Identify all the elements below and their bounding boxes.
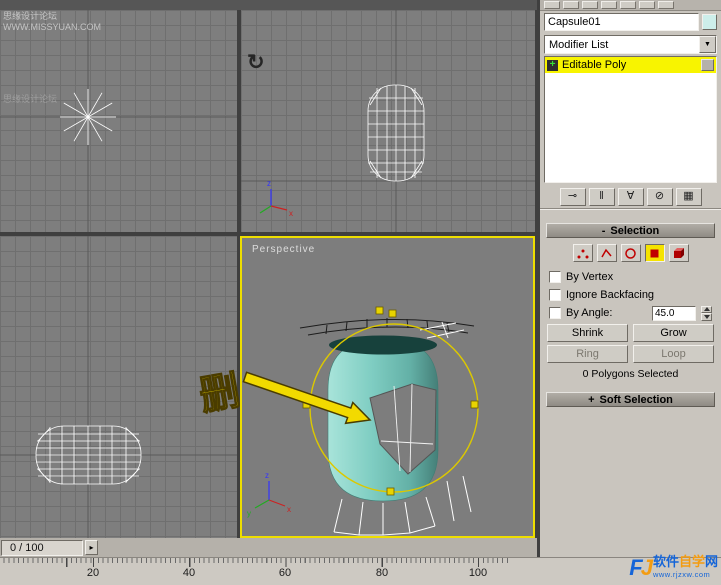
axis-tripod (254, 481, 286, 509)
border-icon (625, 247, 636, 259)
rollout-title: Soft Selection (599, 393, 673, 406)
by-angle-checkbox[interactable] (549, 307, 561, 319)
vertex-icon (577, 249, 589, 258)
spinner-up-icon[interactable] (701, 305, 712, 313)
pin-stack-icon: ⊸ (567, 190, 578, 202)
angle-value-field[interactable] (652, 305, 696, 321)
show-end-result-icon: ‖ (599, 190, 604, 202)
expand-icon: + (588, 393, 595, 406)
by-angle-label: By Angle: (566, 307, 613, 319)
by-vertex-checkbox[interactable] (549, 271, 561, 283)
modifier-stack-row[interactable]: + Editable Poly (545, 57, 716, 73)
subobject-vertex-button[interactable] (572, 244, 593, 262)
remove-modifier-icon: ⊘ (654, 190, 665, 202)
axis-x-label: x (289, 209, 293, 218)
pin-stack-button[interactable]: ⊸ (559, 188, 586, 206)
logo-url: www.rjzxw.com (652, 569, 711, 579)
viewport-perspective[interactable]: z x y Perspective (240, 236, 535, 538)
edge-icon (601, 248, 612, 257)
toolbar-clipped (0, 0, 537, 10)
by-vertex-label: By Vertex (566, 271, 614, 283)
command-panel: Modifier List ▼ + Editable Poly ⊸ ‖ ∀ ⊘ … (540, 0, 721, 557)
collapse-icon: - (601, 224, 606, 237)
tick-label: 20 (86, 567, 100, 579)
logo-text: 软件自学网 (652, 553, 718, 569)
left-view-wireframe (0, 236, 237, 538)
modifier-stack-toolbar: ⊸ ‖ ∀ ⊘ ▦ (540, 185, 721, 209)
track-bar: 0 / 100 ▸ (0, 538, 537, 557)
subobject-polygon-button[interactable] (644, 244, 665, 262)
watermark: 思缘设计论坛 (3, 94, 58, 104)
modifier-list-label: Modifier List (549, 38, 609, 51)
front-view-wireframe: z x (241, 10, 535, 232)
major-ticks (0, 558, 508, 567)
remove-modifier-button[interactable]: ⊘ (646, 188, 673, 206)
ignore-backfacing-checkbox[interactable] (549, 289, 561, 301)
subobject-element-button[interactable] (668, 244, 689, 262)
next-frame-button[interactable]: ▸ (85, 540, 98, 555)
frame-indicator-field[interactable]: 0 / 100 (1, 539, 83, 556)
selection-rollout-header[interactable]: - Selection (546, 223, 715, 238)
selection-rollout: - Selection By Vertex Ignore Backfacing … (540, 223, 721, 380)
polygon-icon (650, 249, 659, 257)
site-logo: FJ 软件自学网 www.rjzxw.com (629, 552, 718, 583)
modifier-stack-list[interactable]: + Editable Poly (544, 56, 717, 183)
object-color-swatch[interactable] (702, 14, 717, 30)
show-end-result-button[interactable]: ‖ (588, 188, 615, 206)
ring-button[interactable]: Ring (547, 345, 628, 363)
tick-label: 80 (375, 567, 389, 579)
capsule-open-top (329, 335, 437, 355)
make-unique-icon: ∀ (626, 190, 635, 202)
subobject-edge-button[interactable] (596, 244, 617, 262)
tick-label: 100 (468, 567, 488, 579)
angle-spinner (701, 305, 712, 321)
selection-status: 0 Polygons Selected (582, 368, 679, 380)
make-unique-button[interactable]: ∀ (617, 188, 644, 206)
element-icon (674, 247, 684, 258)
axis-tripod (259, 189, 288, 214)
capsule-front-wireframe (367, 84, 425, 182)
capsule-top-wireframe (60, 89, 116, 145)
rollout-title: Selection (610, 224, 660, 237)
3dsmax-window: 思缘设计论坛 WWW.MISSYUAN.COM 思缘设计论坛 z x ↻ z x… (0, 0, 721, 585)
tick-label: 40 (182, 567, 196, 579)
axis-x-label: x (287, 505, 291, 514)
command-panel-tabs-clipped[interactable] (540, 0, 721, 11)
viewport-top[interactable]: 思缘设计论坛 WWW.MISSYUAN.COM 思缘设计论坛 (0, 10, 237, 232)
object-name-field[interactable] (544, 13, 699, 31)
spinner-down-icon[interactable] (701, 313, 712, 321)
viewport-left[interactable] (0, 236, 237, 538)
subobject-mode-row (540, 238, 721, 266)
dropdown-arrow-icon[interactable]: ▼ (699, 36, 716, 53)
rotate-arrow-icon: ↻ (247, 51, 265, 74)
ignore-backfacing-label: Ignore Backfacing (566, 289, 655, 301)
configure-modifier-sets-icon: ▦ (683, 190, 694, 202)
axis-z-label: z (267, 179, 271, 188)
logo-mark-icon: FJ (629, 554, 653, 580)
top-view-wireframe (0, 10, 237, 232)
axis-z-label: z (265, 471, 269, 480)
stack-row-toggle-icon[interactable] (701, 59, 714, 71)
viewport-front[interactable]: z x ↻ (241, 10, 535, 232)
editable-poly-label: Editable Poly (562, 59, 627, 71)
modifier-list-dropdown[interactable]: Modifier List ▼ (544, 35, 717, 54)
subobject-border-button[interactable] (620, 244, 641, 262)
tick-label: 60 (278, 567, 292, 579)
grow-button[interactable]: Grow (633, 324, 714, 342)
loop-button[interactable]: Loop (633, 345, 714, 363)
shrink-button[interactable]: Shrink (547, 324, 628, 342)
timeline-ruler[interactable]: 20 40 60 80 100 (0, 557, 721, 585)
expand-plus-icon[interactable]: + (547, 59, 558, 71)
watermark: 思缘设计论坛 WWW.MISSYUAN.COM (3, 11, 101, 32)
viewport-label: Perspective (252, 244, 316, 255)
soft-selection-rollout-header[interactable]: + Soft Selection (546, 392, 715, 407)
perspective-scene: z x y (247, 306, 479, 536)
top-grid-lattice (299, 318, 475, 336)
axis-y-label: y (247, 509, 251, 518)
configure-modifier-sets-button[interactable]: ▦ (675, 188, 702, 206)
